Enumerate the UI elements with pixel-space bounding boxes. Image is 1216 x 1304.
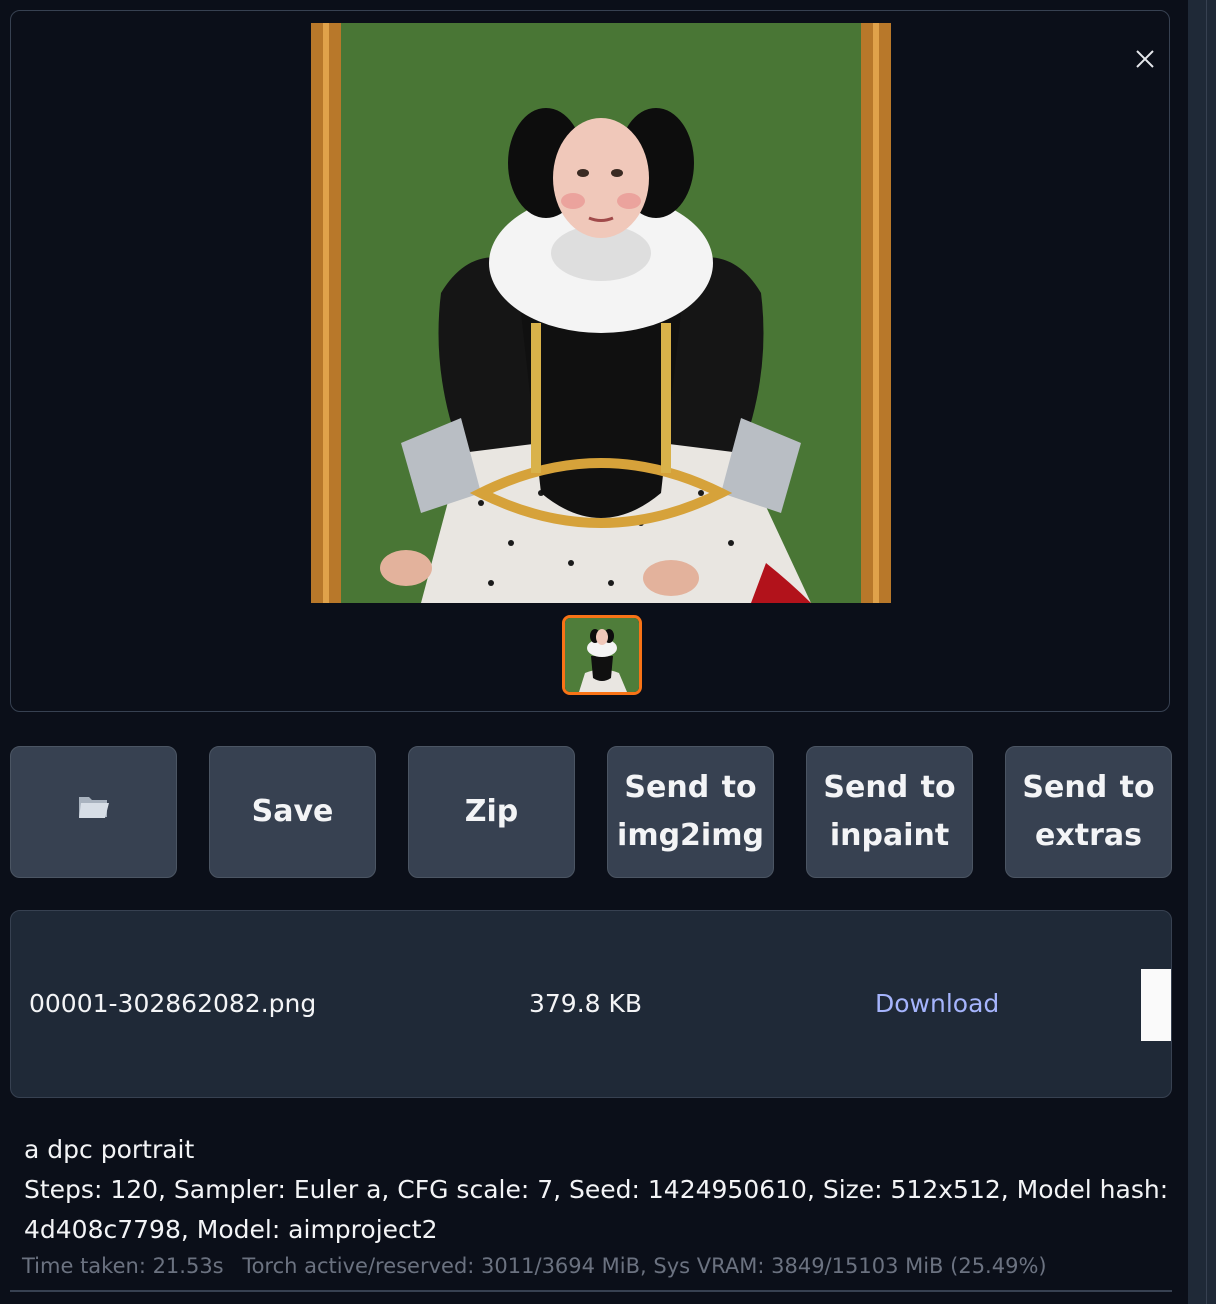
send-inpaint-label: Send to inpaint xyxy=(823,770,956,853)
folder-icon xyxy=(77,788,111,836)
thumbnail-selected[interactable] xyxy=(562,615,642,695)
file-name: 00001-302862082.png xyxy=(29,989,317,1018)
save-label: Save xyxy=(251,794,334,829)
open-folder-button[interactable] xyxy=(10,746,177,878)
send-to-extras-button[interactable]: Send to extras xyxy=(1005,746,1172,878)
send-to-inpaint-button[interactable]: Send to inpaint xyxy=(806,746,973,878)
right-scroll-strip xyxy=(1188,0,1216,1304)
close-icon[interactable] xyxy=(1129,43,1161,75)
prompt-text: a dpc portrait xyxy=(24,1135,195,1164)
send-to-img2img-button[interactable]: Send to img2img xyxy=(607,746,774,878)
zip-button[interactable]: Zip xyxy=(408,746,575,878)
send-extras-label: Send to extras xyxy=(1022,770,1155,853)
file-row-scroll[interactable] xyxy=(1141,969,1171,1041)
timing-info: Time taken: 21.53s Torch active/reserved… xyxy=(22,1254,1059,1278)
file-download-panel: 00001-302862082.png 379.8 KB Download xyxy=(10,910,1172,1098)
memory-usage: Torch active/reserved: 3011/3694 MiB, Sy… xyxy=(242,1254,1047,1278)
zip-label: Zip xyxy=(464,794,519,829)
generated-image[interactable] xyxy=(311,23,891,603)
time-taken: Time taken: 21.53s xyxy=(22,1254,224,1278)
download-link[interactable]: Download xyxy=(875,989,999,1018)
divider xyxy=(10,1290,1172,1292)
file-size: 379.8 KB xyxy=(529,989,643,1018)
send-img2img-label: Send to img2img xyxy=(617,770,764,853)
generation-info: a dpc portrait Steps: 120, Sampler: Eule… xyxy=(24,1130,1174,1250)
image-gallery xyxy=(10,10,1170,712)
params-text: Steps: 120, Sampler: Euler a, CFG scale:… xyxy=(24,1175,1169,1244)
save-button[interactable]: Save xyxy=(209,746,376,878)
